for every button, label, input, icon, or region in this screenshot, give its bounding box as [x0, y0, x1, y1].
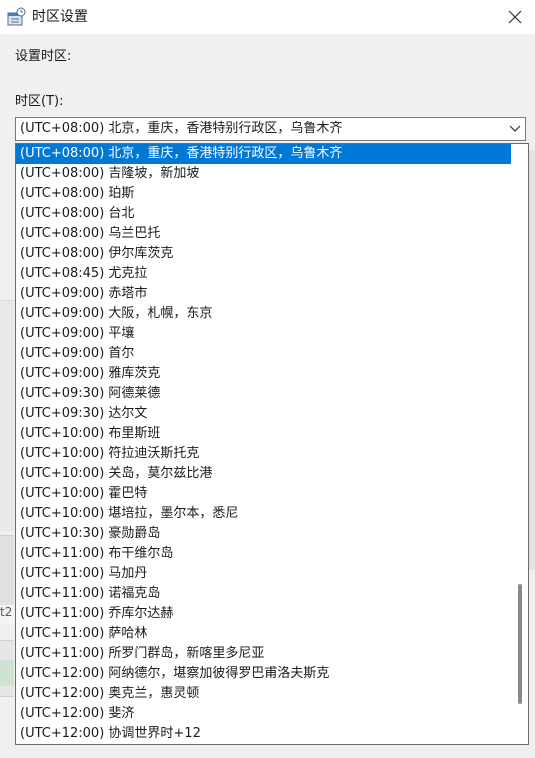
timezone-option[interactable]: (UTC+09:00) 雅库茨克	[16, 364, 511, 384]
timezone-option[interactable]: (UTC+10:00) 布里斯班	[16, 424, 511, 444]
timezone-option[interactable]: (UTC+11:00) 萨哈林	[16, 624, 511, 644]
background-panel	[528, 150, 535, 570]
background-partial-text: t2	[0, 605, 14, 625]
close-button[interactable]	[495, 0, 535, 34]
timezone-field-label: 时区(T):	[15, 94, 64, 109]
timezone-option[interactable]: (UTC+08:00) 乌兰巴托	[16, 224, 511, 244]
timezone-option[interactable]: (UTC+12:00) 奥克兰，惠灵顿	[16, 684, 511, 704]
close-icon	[508, 10, 522, 24]
timezone-option[interactable]: (UTC+08:00) 珀斯	[16, 184, 511, 204]
chevron-down-icon	[509, 125, 521, 132]
timezone-option[interactable]: (UTC+09:30) 达尔文	[16, 404, 511, 424]
timezone-option[interactable]: (UTC+11:00) 所罗门群岛，新喀里多尼亚	[16, 644, 511, 664]
timezone-listbox[interactable]: (UTC+08:00) 北京，重庆，香港特别行政区，乌鲁木齐 (UTC+08:00…	[15, 143, 529, 745]
timezone-option[interactable]: (UTC+10:00) 符拉迪沃斯托克	[16, 444, 511, 464]
background-panel	[0, 300, 14, 531]
timezone-option[interactable]: (UTC+08:45) 尤克拉	[16, 264, 511, 284]
timezone-option[interactable]: (UTC+10:00) 霍巴特	[16, 484, 511, 504]
timezone-option[interactable]: (UTC+09:00) 赤塔市	[16, 284, 511, 304]
timezone-option[interactable]: (UTC+12:00) 阿纳德尔，堪察加彼得罗巴甫洛夫斯克	[16, 664, 511, 684]
timezone-option[interactable]: (UTC+10:00) 关岛，莫尔兹比港	[16, 464, 511, 484]
background-panel	[0, 535, 14, 606]
timezone-option[interactable]: (UTC+12:00) 斐济	[16, 704, 511, 724]
timezone-option[interactable]: (UTC+11:00) 诺福克岛	[16, 584, 511, 604]
title-bar: 时区设置	[0, 0, 535, 34]
set-timezone-label: 设置时区:	[15, 49, 72, 64]
timezone-app-icon	[7, 7, 26, 26]
window-title: 时区设置	[32, 9, 88, 25]
timezone-option[interactable]: (UTC+10:30) 豪勋爵岛	[16, 524, 511, 544]
timezone-option-selected[interactable]: (UTC+08:00) 北京，重庆，香港特别行政区，乌鲁木齐	[16, 144, 511, 164]
timezone-option[interactable]: (UTC+08:00) 吉隆坡，新加坡	[16, 164, 511, 184]
timezone-option[interactable]: (UTC+11:00) 马加丹	[16, 564, 511, 584]
timezone-option[interactable]: (UTC+08:00) 伊尔库茨克	[16, 244, 511, 264]
timezone-option[interactable]: (UTC+11:00) 布干维尔岛	[16, 544, 511, 564]
timezone-option[interactable]: (UTC+09:00) 大阪，札幌，东京	[16, 304, 511, 324]
timezone-dropdown-value: (UTC+08:00) 北京，重庆，香港特别行政区，乌鲁木齐	[20, 121, 343, 136]
timezone-option[interactable]: (UTC+12:00) 协调世界时+12	[16, 724, 511, 744]
timezone-option[interactable]: (UTC+09:00) 平壤	[16, 324, 511, 344]
timezone-option[interactable]: (UTC+10:00) 堪培拉，墨尔本，悉尼	[16, 504, 511, 524]
timezone-option[interactable]: (UTC+09:30) 阿德莱德	[16, 384, 511, 404]
listbox-scrollbar[interactable]	[512, 144, 528, 744]
timezone-option[interactable]: (UTC+11:00) 乔库尔达赫	[16, 604, 511, 624]
background-panel	[0, 660, 14, 686]
timezone-option[interactable]: (UTC+09:00) 首尔	[16, 344, 511, 364]
scrollbar-thumb[interactable]	[518, 584, 522, 704]
timezone-option[interactable]: (UTC+08:00) 台北	[16, 204, 511, 224]
timezone-dropdown[interactable]: (UTC+08:00) 北京，重庆，香港特别行政区，乌鲁木齐	[15, 117, 526, 141]
